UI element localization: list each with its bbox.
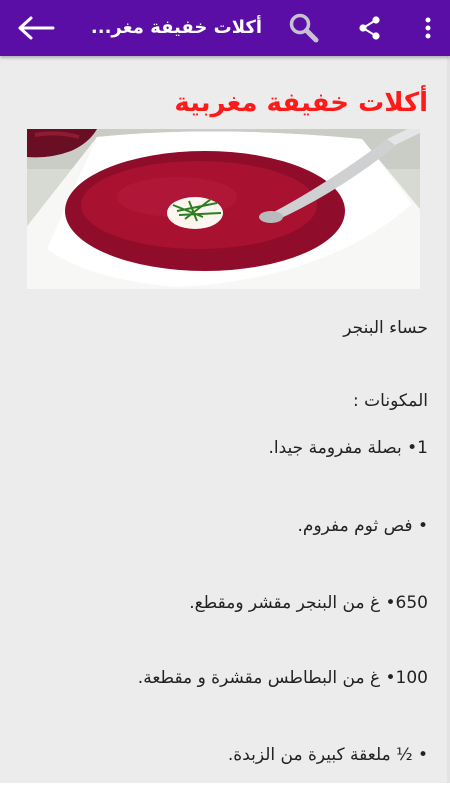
ingredients-label: المكونات : [353, 391, 428, 411]
more-vert-icon [425, 17, 431, 39]
app-bar-title: أكلات خفيفة مغر... [90, 17, 262, 38]
search-button[interactable] [284, 8, 324, 48]
ingredient-line: • ½ ملعقة كبيرة من الزبدة. [227, 745, 428, 765]
ingredient-line: 650• غ من البنجر مقشر ومقطع. [189, 593, 428, 613]
bottom-bar [0, 783, 450, 800]
share-button[interactable] [350, 8, 390, 48]
ingredient-line: 1• بصلة مفرومة جيدا. [268, 438, 429, 458]
ingredient-line: 100• غ من البطاطس مقشرة و مقطعة. [137, 668, 428, 688]
share-icon [359, 16, 380, 40]
ingredient-line: • فص ثوم مفروم. [297, 516, 428, 536]
recipe-image [27, 129, 420, 289]
article-heading: أكلات خفيفة مغربية [174, 88, 428, 118]
arrow-left-icon [18, 16, 55, 40]
app-bar: أكلات خفيفة مغر... [0, 0, 450, 56]
more-options-button[interactable] [412, 8, 444, 48]
back-button[interactable] [14, 8, 58, 48]
dish-name: حساء البنجر [343, 318, 428, 338]
article-content[interactable]: أكلات خفيفة مغربية حساء البنجر المكونات … [0, 56, 450, 783]
search-icon [289, 13, 319, 43]
